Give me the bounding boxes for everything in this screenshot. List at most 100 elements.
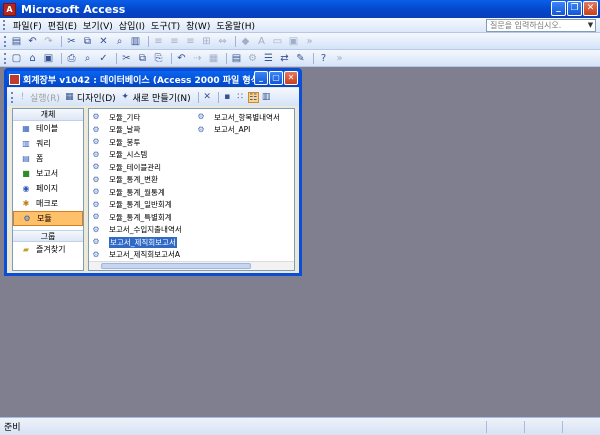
toolbar-grip-handle[interactable] <box>4 52 7 64</box>
delete-icon[interactable]: ✕ <box>97 35 110 48</box>
toolbar-options-icon[interactable]: » <box>333 52 346 65</box>
code-icon[interactable]: ▤ <box>230 52 243 65</box>
menu-view[interactable]: 보기(V) <box>80 19 116 32</box>
copy-icon[interactable]: ⧉ <box>136 52 149 65</box>
menu-file[interactable]: 파일(F) <box>10 19 45 32</box>
font-color-icon[interactable]: A <box>255 35 268 48</box>
object-tables[interactable]: ▦ 테이블 <box>13 121 83 136</box>
favorites-folder-icon: ▰ <box>22 244 30 254</box>
menu-window[interactable]: 창(W) <box>183 19 213 32</box>
print-icon[interactable]: ⎙ <box>65 52 78 65</box>
menu-insert[interactable]: 삽입(I) <box>116 19 148 32</box>
design-button[interactable]: ▦ 디자인(D) <box>64 91 116 104</box>
scrollbar-thumb[interactable] <box>101 263 251 269</box>
list-item[interactable]: ⚙ 모듈_통계_특별회계 <box>91 211 182 224</box>
menu-help[interactable]: 도움말(H) <box>213 19 258 32</box>
toolbar-grip-handle[interactable] <box>4 35 7 47</box>
cut-icon[interactable]: ✂ <box>120 52 133 65</box>
database-window-title-bar: 회계장부 v1042 : 데이터베이스 (Access 2000 파일 형식) … <box>7 71 299 87</box>
database-icon[interactable] <box>9 73 20 85</box>
new-button[interactable]: ✦ 새로 만들기(N) <box>120 91 190 104</box>
line-color-icon[interactable]: ▭ <box>271 35 284 48</box>
analyze-icon[interactable]: ▦ <box>207 52 220 65</box>
list-item[interactable]: ⚙ 보고서_제직회보고서A <box>91 249 182 262</box>
list-item-label: 보고서_제직회보고서 <box>109 236 177 248</box>
spacing-icon[interactable]: ⇔ <box>216 35 229 48</box>
object-macros[interactable]: ✱ 매크로 <box>13 196 83 211</box>
list-item[interactable]: ⚙ 모듈_봉투 <box>91 136 182 149</box>
large-icons-view-icon[interactable]: ▪ <box>222 92 233 103</box>
open-folder-icon[interactable]: ⌂ <box>26 52 39 65</box>
small-icons-view-icon[interactable]: ∷ <box>235 92 246 103</box>
properties-icon[interactable]: ☰ <box>262 52 275 65</box>
close-button[interactable]: ✕ <box>583 1 598 16</box>
list-item[interactable]: ⚙ 모듈_시스템 <box>91 149 182 162</box>
table-icon: ▦ <box>22 123 30 133</box>
object-modules[interactable]: ⚙ 모듈 <box>13 211 83 226</box>
fill-color-icon[interactable]: ◆ <box>239 35 252 48</box>
menu-grip-handle[interactable] <box>3 20 6 30</box>
db-minimize-button[interactable]: _ <box>254 71 268 85</box>
run-button[interactable]: ! 실행(R) <box>17 91 60 104</box>
save-icon[interactable]: ▣ <box>42 52 55 65</box>
list-item[interactable]: ⚙ 보고서_항목별내역서 <box>196 111 279 124</box>
undo-icon[interactable]: ↶ <box>26 35 39 48</box>
view-icon[interactable]: ▤ <box>10 35 23 48</box>
office-links-icon[interactable]: ⇢ <box>191 52 204 65</box>
list-item[interactable]: ⚙ 모듈_통계_일반회계 <box>91 199 182 212</box>
chevron-down-icon[interactable]: ▼ <box>586 20 595 31</box>
list-view-icon[interactable]: ☷ <box>247 91 259 103</box>
db-close-button[interactable]: ✕ <box>284 71 298 85</box>
list-item-label: 보고서_제직회보고서A <box>109 250 180 260</box>
find-icon[interactable]: ⌕ <box>113 35 126 48</box>
help-question-input[interactable]: 질문을 입력하십시오. ▼ <box>486 19 596 32</box>
print-preview-icon[interactable]: ⌕ <box>81 52 94 65</box>
list-item[interactable]: ⚙ 모듈_기타 <box>91 111 182 124</box>
object-pages[interactable]: ◉ 페이지 <box>13 181 83 196</box>
paste-icon[interactable]: ⎘ <box>152 52 165 65</box>
align-center-icon[interactable]: ≡ <box>168 35 181 48</box>
spelling-icon[interactable]: ✓ <box>97 52 110 65</box>
object-queries[interactable]: ▥ 쿼리 <box>13 136 83 151</box>
access-app-icon[interactable]: A <box>3 2 16 16</box>
details-view-icon[interactable]: ▥ <box>261 92 272 103</box>
help-icon[interactable]: ? <box>317 52 330 65</box>
module-icon: ⚙ <box>92 124 100 134</box>
redo-icon[interactable]: ↷ <box>42 35 55 48</box>
undo-icon[interactable]: ↶ <box>175 52 188 65</box>
delete-icon[interactable]: ✕ <box>202 92 213 103</box>
list-item[interactable]: ⚙ 모듈_날짜 <box>91 124 182 137</box>
object-reports[interactable]: ■ 보고서 <box>13 166 83 181</box>
menu-tools[interactable]: 도구(T) <box>148 19 183 32</box>
list-item-selected[interactable]: ⚙ 보고서_제직회보고서 <box>91 236 182 249</box>
window-controls: _ ❐ ✕ <box>551 1 598 16</box>
align-left-icon[interactable]: ≡ <box>152 35 165 48</box>
align-right-icon[interactable]: ≡ <box>184 35 197 48</box>
restore-button[interactable]: ❐ <box>567 1 582 16</box>
relationships-icon[interactable]: ⇄ <box>278 52 291 65</box>
special-effect-icon[interactable]: ▣ <box>287 35 300 48</box>
list-item[interactable]: ⚙ 모듈_통계_월통계 <box>91 186 182 199</box>
cut-icon[interactable]: ✂ <box>65 35 78 48</box>
copy-icon[interactable]: ⧉ <box>81 35 94 48</box>
report-icon: ■ <box>22 168 30 178</box>
group-favorites[interactable]: ▰ 즐겨찾기 <box>13 242 83 257</box>
menu-edit[interactable]: 편집(E) <box>45 19 80 32</box>
minimize-button[interactable]: _ <box>551 1 566 16</box>
new-file-icon[interactable]: ▢ <box>10 52 23 65</box>
objects-header[interactable]: 개체 <box>13 109 83 121</box>
object-forms[interactable]: ▤ 폼 <box>13 151 83 166</box>
script-icon[interactable]: ⚙ <box>246 52 259 65</box>
list-item[interactable]: ⚙ 보고서_수입지출내역서 <box>91 224 181 237</box>
list-item[interactable]: ⚙ 보고서_API <box>196 124 280 137</box>
new-object-icon[interactable]: ✎ <box>294 52 307 65</box>
horizontal-scrollbar[interactable] <box>89 261 294 270</box>
groups-header[interactable]: 그룹 <box>13 230 83 242</box>
toolbar-grip-handle[interactable] <box>11 91 14 103</box>
list-item[interactable]: ⚙ 모듈_테이블관리 <box>91 161 182 174</box>
list-item[interactable]: ⚙ 모듈_통계_변환 <box>91 174 182 187</box>
columns-icon[interactable]: ▥ <box>129 35 142 48</box>
db-maximize-button[interactable]: ▢ <box>269 71 283 85</box>
size-icon[interactable]: ⊞ <box>200 35 213 48</box>
toolbar-options-icon[interactable]: » <box>303 35 316 48</box>
